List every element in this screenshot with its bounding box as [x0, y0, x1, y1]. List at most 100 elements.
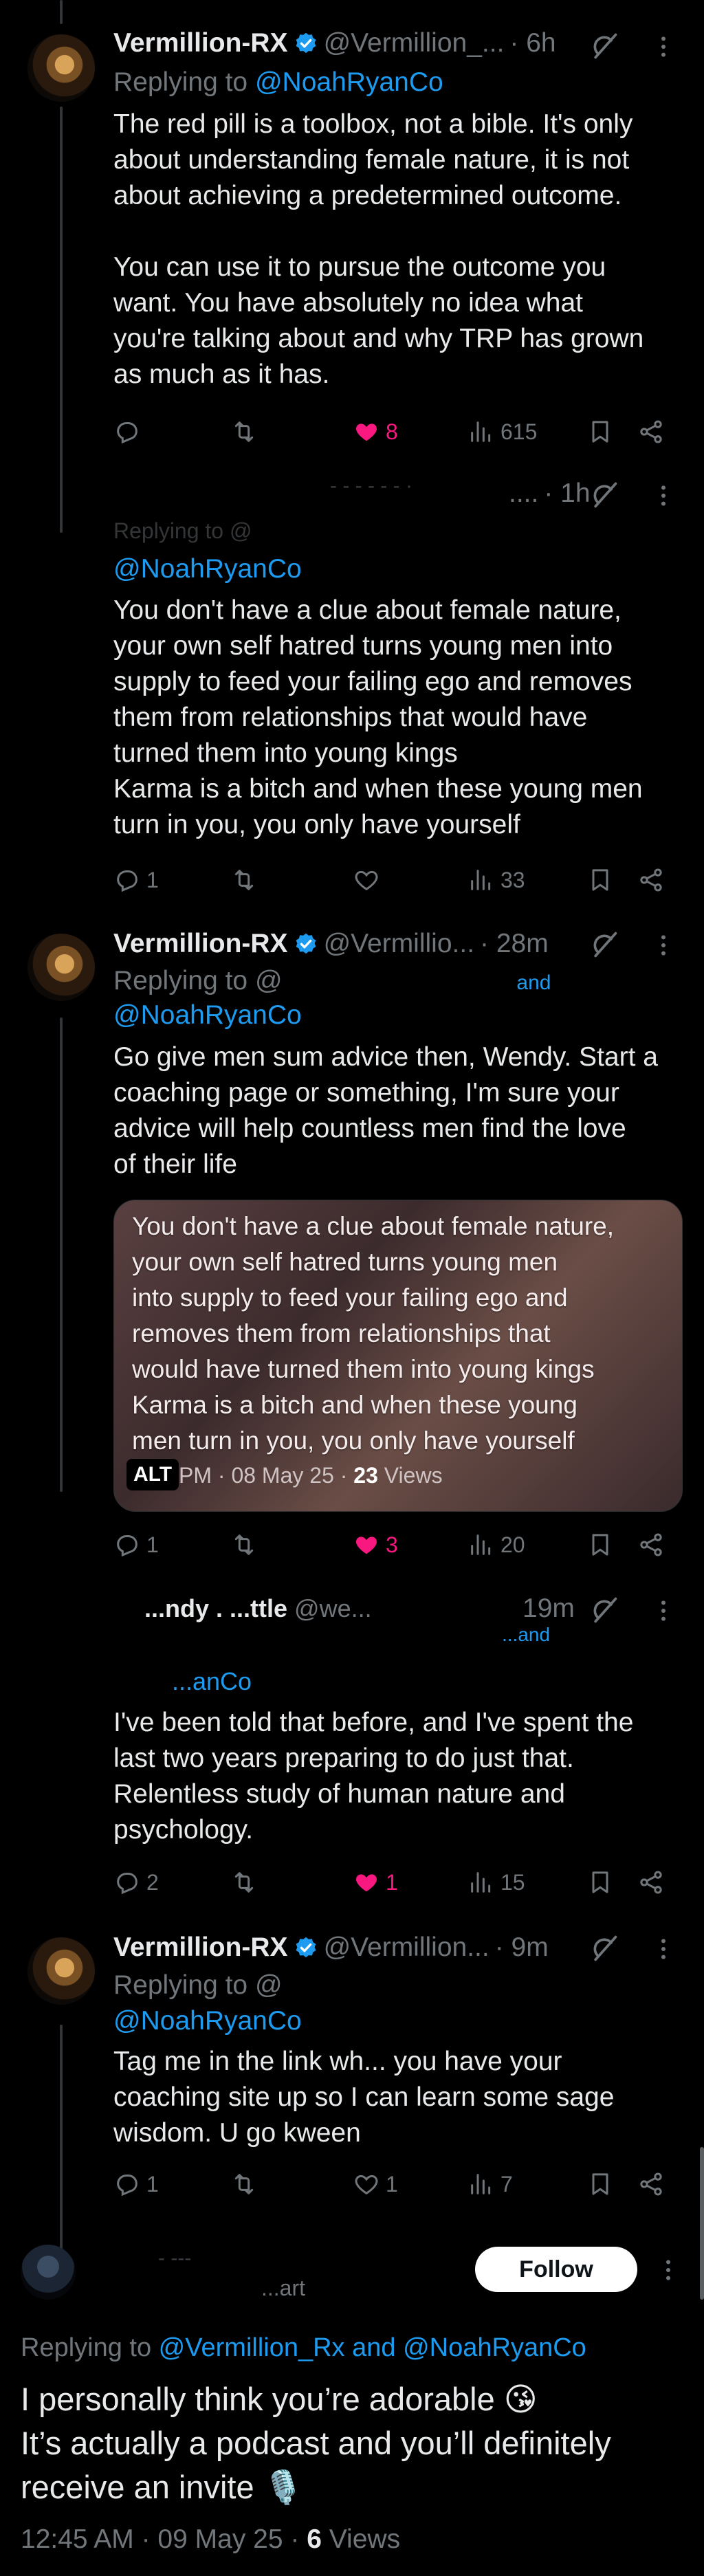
obscured-header: - - - - - - · — [330, 474, 412, 497]
verified-badge-icon — [294, 932, 318, 956]
bookmark-button[interactable] — [586, 863, 614, 897]
mention-link[interactable]: @NoahRyanCo — [113, 554, 302, 584]
timestamp[interactable]: · 28m — [480, 929, 549, 959]
handle[interactable]: @we... — [294, 1594, 372, 1623]
share-button[interactable] — [637, 1865, 665, 1900]
retweet-button[interactable] — [230, 1528, 258, 1562]
retweet-icon — [230, 2170, 258, 2198]
grok-icon[interactable] — [589, 31, 619, 61]
avatar[interactable] — [28, 1937, 95, 2005]
replying-to-partial[interactable]: ...and — [502, 1624, 550, 1646]
timestamp[interactable]: · 9m — [495, 1933, 549, 1963]
share-icon — [637, 1531, 665, 1559]
reply-button[interactable]: 2 — [113, 1865, 159, 1900]
scrollbar[interactable] — [700, 2147, 704, 2300]
heart-icon — [353, 1869, 380, 1896]
replying-to-partial[interactable]: and — [516, 971, 551, 994]
quote-views-count: 23 — [353, 1463, 378, 1488]
mention-link[interactable]: @NoahRyanCo — [403, 2333, 586, 2362]
alt-badge[interactable]: ALT — [126, 1459, 179, 1490]
handle[interactable]: ...art — [261, 2276, 305, 2301]
like-button[interactable] — [353, 863, 380, 897]
more-icon[interactable] — [650, 482, 677, 509]
more-icon[interactable] — [650, 33, 677, 60]
retweet-button[interactable] — [230, 2167, 258, 2201]
retweet-button[interactable] — [230, 415, 258, 449]
bookmark-icon — [586, 2170, 614, 2198]
avatar[interactable] — [28, 934, 95, 1001]
reply-count: 1 — [146, 2171, 159, 2197]
grok-icon[interactable] — [589, 929, 619, 960]
timestamp[interactable]: 12:45 AM · 09 May 25 · — [21, 2524, 307, 2554]
like-button[interactable]: 1 — [353, 1865, 398, 1900]
display-name[interactable]: ...ndy . ...ttle — [144, 1594, 287, 1623]
handle[interactable]: .... — [509, 478, 538, 509]
share-button[interactable] — [637, 2167, 665, 2201]
replying-to: Replying to @Vermillion_Rx and @NoahRyan… — [21, 2333, 586, 2363]
mention-link[interactable]: ...anCo — [172, 1667, 252, 1696]
avatar[interactable] — [28, 34, 95, 102]
share-button[interactable] — [637, 415, 665, 449]
quote-image[interactable]: You don't have a clue about female natur… — [113, 1200, 683, 1512]
reply-icon — [113, 1531, 141, 1559]
more-icon[interactable] — [650, 1597, 677, 1625]
handle[interactable]: @Vermillion... — [324, 1933, 490, 1963]
view-count: 15 — [500, 1869, 525, 1895]
bookmark-button[interactable] — [586, 1528, 614, 1562]
share-button[interactable] — [637, 863, 665, 897]
timestamp[interactable]: · 1h — [544, 478, 590, 509]
mention-link[interactable]: @NoahRyanCo — [113, 2006, 302, 2036]
like-button[interactable]: 8 — [353, 415, 398, 449]
replying-to-and: and — [344, 2333, 404, 2362]
grok-icon[interactable] — [589, 1933, 619, 1963]
grok-icon[interactable] — [589, 480, 619, 510]
mention-link[interactable]: @NoahRyanCo — [255, 67, 443, 97]
reply-icon — [113, 1869, 141, 1896]
timestamp[interactable]: · 6h — [509, 28, 556, 58]
more-icon[interactable] — [650, 932, 677, 959]
like-button[interactable]: 1 — [353, 2167, 398, 2201]
action-bar: 1 1 7 — [113, 2167, 677, 2201]
reply-button[interactable] — [113, 415, 141, 449]
follow-button[interactable]: Follow — [475, 2247, 637, 2292]
reply-button[interactable]: 1 — [113, 863, 159, 897]
retweet-button[interactable] — [230, 1865, 258, 1900]
handle[interactable]: @Vermillio... — [324, 929, 474, 959]
view-count: 33 — [500, 867, 525, 892]
views-icon — [468, 1531, 495, 1559]
avatar[interactable] — [21, 2245, 76, 2300]
bookmark-button[interactable] — [586, 1865, 614, 1900]
views-button[interactable]: 20 — [468, 1528, 525, 1562]
tweet-time: 19m — [522, 1589, 575, 1628]
display-name[interactable]: Vermillion-RX — [113, 28, 288, 58]
views-button[interactable]: 15 — [468, 1865, 525, 1900]
view-count: 615 — [500, 419, 538, 444]
tweet-text: The red pill is a toolbox, not a bible. … — [113, 109, 644, 389]
tweet-text: You don't have a clue about female natur… — [113, 595, 643, 839]
thread-line — [60, 0, 63, 24]
tweet-header: Vermillion-RX @Vermillion... · 9m — [113, 1928, 549, 1967]
display-name[interactable]: Vermillion-RX — [113, 1933, 288, 1963]
like-button[interactable]: 3 — [353, 1528, 398, 1562]
heart-icon — [353, 866, 380, 894]
more-icon[interactable] — [650, 1935, 677, 1963]
timestamp[interactable]: 19m — [522, 1594, 575, 1624]
more-icon[interactable] — [654, 2256, 682, 2284]
tweet-text: I've been told that before, and I've spe… — [113, 1708, 634, 1845]
reply-button[interactable]: 1 — [113, 2167, 159, 2201]
grok-icon[interactable] — [589, 1595, 619, 1625]
views-button[interactable]: 615 — [468, 415, 537, 449]
share-button[interactable] — [637, 1528, 665, 1562]
views-button[interactable]: 7 — [468, 2167, 513, 2201]
mention-link[interactable]: @Vermillion_Rx — [159, 2333, 345, 2362]
bookmark-button[interactable] — [586, 2167, 614, 2201]
bookmark-button[interactable] — [586, 415, 614, 449]
handle[interactable]: @Vermillion_... — [324, 28, 505, 58]
thread-line — [60, 2025, 63, 2258]
views-button[interactable]: 33 — [468, 863, 525, 897]
retweet-button[interactable] — [230, 863, 258, 897]
tweet-text: I personally think you’re adorable 😘 It’… — [21, 2381, 611, 2505]
reply-button[interactable]: 1 — [113, 1528, 159, 1562]
display-name[interactable]: Vermillion-RX — [113, 929, 288, 959]
mention-link[interactable]: @NoahRyanCo — [113, 1000, 302, 1031]
